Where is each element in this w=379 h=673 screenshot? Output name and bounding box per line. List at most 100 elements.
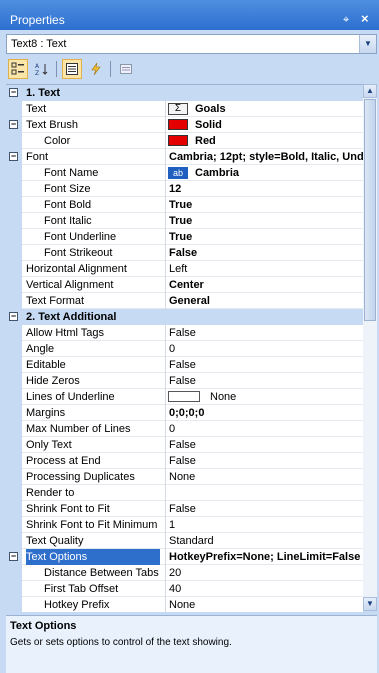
property-name: Text Format: [26, 295, 85, 307]
property-value-text: Center: [169, 279, 204, 291]
property-value[interactable]: 40: [165, 581, 363, 597]
property-name: Render to: [26, 487, 75, 499]
property-value[interactable]: 0: [165, 341, 363, 357]
property-row[interactable]: Shrink Font to Fit Minimum S 1: [6, 517, 363, 533]
property-row[interactable]: Hide Zeros False: [6, 373, 363, 389]
scroll-up-icon[interactable]: ▲: [363, 84, 377, 98]
property-row[interactable]: First Tab Offset 40: [6, 581, 363, 597]
property-row[interactable]: − Text Brush Solid: [6, 117, 363, 133]
property-row[interactable]: Only Text False: [6, 437, 363, 453]
property-value[interactable]: False: [165, 501, 363, 517]
property-row[interactable]: Horizontal Alignment Left: [6, 261, 363, 277]
property-row[interactable]: Hotkey Prefix None: [6, 597, 363, 612]
property-row[interactable]: Font Italic True: [6, 213, 363, 229]
property-row[interactable]: Lines of Underline None: [6, 389, 363, 405]
property-row[interactable]: Font Size 12: [6, 181, 363, 197]
property-value[interactable]: False: [165, 373, 363, 389]
property-value[interactable]: None: [165, 469, 363, 485]
property-value-text: None: [210, 391, 237, 403]
property-value[interactable]: None: [165, 597, 363, 612]
property-value[interactable]: None: [165, 389, 363, 405]
property-value[interactable]: 0;0;0;0: [165, 405, 363, 421]
property-grid-scrollbar[interactable]: ▲ ▼: [363, 84, 377, 611]
property-value[interactable]: Center: [165, 277, 363, 293]
property-row[interactable]: Allow Html Tags False: [6, 325, 363, 341]
scrollbar-thumb[interactable]: [364, 99, 376, 321]
scroll-down-icon[interactable]: ▼: [363, 597, 377, 611]
property-value[interactable]: False: [165, 357, 363, 373]
property-value-text: Cambria; 12pt; style=Bold, Italic, Und: [169, 151, 363, 163]
property-name: Lines of Underline: [26, 391, 115, 403]
property-row[interactable]: − Font Cambria; 12pt; style=Bold, Italic, …: [6, 149, 363, 165]
collapse-icon[interactable]: −: [9, 552, 18, 561]
categorized-icon[interactable]: [8, 59, 28, 79]
property-row[interactable]: Margins 0;0;0;0: [6, 405, 363, 421]
row-gutter: [6, 357, 22, 373]
property-name: Distance Between Tabs: [44, 567, 159, 579]
property-value[interactable]: [165, 485, 363, 501]
property-row[interactable]: Text Σ Goals: [6, 101, 363, 117]
property-row[interactable]: Text Quality Standard: [6, 533, 363, 549]
category-row[interactable]: −1. Text: [6, 85, 363, 101]
property-value[interactable]: ab Cambria: [165, 165, 363, 181]
property-row[interactable]: Max Number of Lines 0: [6, 421, 363, 437]
toolbar-separator: [56, 61, 57, 77]
chevron-down-icon[interactable]: ▼: [359, 35, 376, 53]
property-value[interactable]: 1: [165, 517, 363, 533]
property-name: Color: [44, 135, 71, 147]
property-row[interactable]: Distance Between Tabs 20: [6, 565, 363, 581]
property-row[interactable]: Text Format General: [6, 293, 363, 309]
property-row[interactable]: Process at End False: [6, 453, 363, 469]
property-value[interactable]: General: [165, 293, 363, 309]
property-row[interactable]: Vertical Alignment Center: [6, 277, 363, 293]
property-value[interactable]: True: [165, 229, 363, 245]
property-value[interactable]: Standard: [165, 533, 363, 549]
property-row[interactable]: Font Strikeout False: [6, 245, 363, 261]
events-icon[interactable]: [86, 59, 106, 79]
property-row[interactable]: Font Bold True: [6, 197, 363, 213]
property-value-text: False: [169, 327, 196, 339]
property-value[interactable]: 20: [165, 565, 363, 581]
property-row[interactable]: Color Red: [6, 133, 363, 149]
property-value-text: 40: [169, 583, 182, 595]
collapse-icon[interactable]: −: [9, 312, 18, 321]
property-grid[interactable]: −1. Text Text Σ Goals − Text Brush Solid Color R…: [6, 84, 363, 612]
property-value[interactable]: True: [165, 197, 363, 213]
property-row[interactable]: − Text Options HotkeyPrefix=None; LineLimi…: [6, 549, 363, 565]
collapse-icon[interactable]: −: [9, 120, 18, 129]
property-value-text: 1: [169, 519, 176, 531]
property-value-text: None: [169, 599, 196, 611]
row-gutter: [6, 421, 22, 437]
sigma-icon[interactable]: Σ: [168, 103, 188, 115]
property-value[interactable]: Left: [165, 261, 363, 277]
property-value[interactable]: Σ Goals: [165, 101, 363, 117]
property-row[interactable]: Shrink Font to Fit False: [6, 501, 363, 517]
properties-icon[interactable]: [62, 59, 82, 79]
property-row[interactable]: Render to: [6, 485, 363, 501]
property-row[interactable]: Editable False: [6, 357, 363, 373]
close-icon[interactable]: ×: [361, 12, 369, 26]
object-selector[interactable]: Text8 : Text ▼: [6, 34, 377, 54]
property-value[interactable]: 12: [165, 181, 363, 197]
property-value[interactable]: False: [165, 453, 363, 469]
property-value[interactable]: False: [165, 437, 363, 453]
property-row[interactable]: Font Underline True: [6, 229, 363, 245]
property-row[interactable]: Font Name ab Cambria: [6, 165, 363, 181]
alphabetical-icon[interactable]: AZ: [32, 59, 52, 79]
property-value[interactable]: False: [165, 245, 363, 261]
property-value[interactable]: HotkeyPrefix=None; LineLimit=False: [165, 549, 363, 565]
pin-icon[interactable]: ⌖: [343, 13, 349, 27]
property-value[interactable]: 0: [165, 421, 363, 437]
collapse-icon[interactable]: −: [9, 152, 18, 161]
property-name: Font Size: [44, 183, 91, 195]
property-value[interactable]: True: [165, 213, 363, 229]
property-value[interactable]: Cambria; 12pt; style=Bold, Italic, Und: [165, 149, 363, 165]
category-row[interactable]: −2. Text Additional: [6, 309, 363, 325]
property-pages-icon[interactable]: [116, 59, 136, 79]
property-row[interactable]: Angle 0: [6, 341, 363, 357]
property-value[interactable]: False: [165, 325, 363, 341]
property-value[interactable]: Red: [165, 133, 363, 149]
property-value[interactable]: Solid: [165, 117, 363, 133]
property-row[interactable]: Processing Duplicates None: [6, 469, 363, 485]
collapse-icon[interactable]: −: [9, 88, 18, 97]
